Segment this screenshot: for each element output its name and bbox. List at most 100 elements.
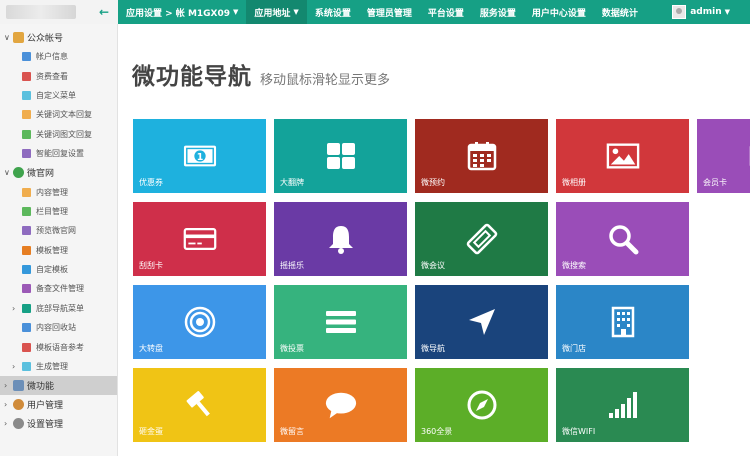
sidebar-group-settings[interactable]: › 设置管理 (0, 414, 117, 433)
expand-toggle-icon[interactable]: › (4, 381, 13, 390)
svg-text:1: 1 (196, 152, 203, 163)
feature-tile[interactable]: 会员卡 (697, 119, 750, 193)
sidebar-group-label: 设置管理 (27, 420, 64, 431)
feature-tile-label: 微投票 (280, 344, 304, 353)
creditcard-icon (183, 224, 217, 254)
sidebar-item-label: 生成管理 (36, 362, 68, 372)
nav-item[interactable]: 服务设置 (472, 0, 524, 24)
nav-item[interactable]: 用户中心设置 (524, 0, 594, 24)
expand-toggle-icon[interactable]: › (12, 362, 21, 371)
feature-tile[interactable]: 微相册 (556, 119, 689, 193)
menu-item-icon (22, 284, 31, 294)
sidebar-item-label: 内容回收站 (36, 323, 76, 333)
main-content: 微功能导航 移动鼠标滑轮显示更多 1 优惠券 大翻牌 微预约 微相册 会员卡 刮刮卡 摇摇乐微… (118, 24, 750, 456)
sidebar-group-microfunctions[interactable]: › 微功能 (0, 376, 117, 396)
feature-tile-label: 微信WIFI (562, 427, 596, 436)
sidebar-item-label: 内容管理 (36, 187, 68, 197)
nav-item[interactable]: 应用设置 > 帐 M1GX09 ▼ (118, 0, 246, 24)
feature-tile[interactable]: 微门店 (556, 285, 689, 359)
page-subtitle: 移动鼠标滑轮显示更多 (260, 73, 391, 88)
folder-icon (13, 32, 24, 43)
sidebar-item[interactable]: 模板管理 (0, 241, 117, 260)
sidebar-item[interactable]: 内容管理 (0, 182, 117, 201)
feature-tile[interactable]: 微留言 (274, 368, 407, 442)
feature-tile-label: 刮刮卡 (139, 261, 163, 270)
sidebar-item[interactable]: 帐户信息 (0, 47, 117, 66)
list-icon (324, 307, 358, 337)
nav-item[interactable]: 系统设置 (307, 0, 359, 24)
back-arrow-icon[interactable]: ← (96, 4, 112, 20)
sidebar-item[interactable]: 栏目管理 (0, 202, 117, 221)
user-name: admin (690, 7, 722, 17)
expand-toggle-icon[interactable]: › (12, 304, 21, 313)
chevron-down-icon: ▼ (293, 8, 299, 16)
sidebar-group-accounts[interactable]: ∨ 公众帐号 (0, 28, 117, 47)
nav-item[interactable]: 平台设置 (420, 0, 472, 24)
sidebar-item[interactable]: › 生成管理 (0, 357, 117, 376)
page-title-text: 微功能导航 (132, 64, 252, 90)
sidebar-item-label: 自定模板 (36, 265, 68, 275)
feature-tile[interactable]: 微导航 (415, 285, 548, 359)
sidebar-group-label: 公众帐号 (27, 34, 64, 44)
sidebar-item-label: 关键词文本回复 (36, 110, 92, 120)
nav-item-label: 应用地址 (254, 8, 291, 19)
sidebar-item[interactable]: 内容回收站 (0, 318, 117, 337)
sidebar-item[interactable]: › 底部导航菜单 (0, 299, 117, 318)
sidebar-items-accounts: 帐户信息资费查看自定义菜单关键词文本回复关键词图文回复 智能回复设置 (0, 47, 117, 163)
location-arrow-icon (465, 307, 499, 337)
feature-tile[interactable]: 微预约 (415, 119, 548, 193)
feature-tile[interactable]: 微投票 (274, 285, 407, 359)
feature-tile-label: 优惠券 (139, 178, 163, 187)
feature-tile[interactable]: 微搜索 (556, 202, 689, 276)
sidebar-item[interactable]: 资费查看 (0, 66, 117, 85)
menu-item-icon (22, 323, 31, 333)
menu-item-icon (22, 226, 31, 236)
comment-icon (324, 390, 358, 420)
feature-tile-label: 360全景 (421, 427, 453, 436)
sidebar-item[interactable]: 智能回复设置 (0, 144, 117, 163)
sidebar-group-website[interactable]: ∨ 微官网 (0, 163, 117, 182)
sidebar-item-label: 帐户信息 (36, 52, 68, 62)
nav-item[interactable]: 应用地址 ▼ (246, 0, 307, 24)
feature-tile[interactable]: 1 优惠券 (133, 119, 266, 193)
feature-tile[interactable]: 大转盘 (133, 285, 266, 359)
sidebar-group-label: 微官网 (27, 169, 55, 180)
menu-item-icon (22, 71, 31, 81)
search-icon (606, 224, 640, 255)
grid-icon (324, 141, 358, 171)
feature-tile-label: 摇摇乐 (280, 261, 304, 270)
nav-item[interactable]: 数据统计 (594, 0, 646, 24)
top-nav: 应用设置 > 帐 M1GX09 ▼ 应用地址 ▼ 系统设置 管理员管理 平台设置 服务设置 用户… (118, 0, 646, 24)
feature-tile[interactable]: 摇摇乐 (274, 202, 407, 276)
user-icon (13, 399, 24, 411)
sidebar-item[interactable]: 自定义菜单 (0, 86, 117, 105)
sidebar-item[interactable]: 模板语音参考 (0, 337, 117, 356)
chevron-down-icon: ▼ (233, 8, 239, 16)
sidebar-item[interactable]: 关键词图文回复 (0, 125, 117, 144)
nav-item[interactable]: 管理员管理 (359, 0, 420, 24)
sidebar-item[interactable]: 关键词文本回复 (0, 105, 117, 124)
expand-toggle-icon[interactable]: ∨ (4, 33, 13, 42)
feature-tile[interactable]: 大翻牌 (274, 119, 407, 193)
feature-tile[interactable]: 微会议 (415, 202, 548, 276)
sidebar-item[interactable]: 备查文件管理 (0, 279, 117, 298)
feature-tile-label: 微搜索 (562, 261, 586, 270)
sidebar-item-label: 模板语音参考 (36, 342, 84, 352)
menu-item-icon (22, 245, 31, 255)
top-bar: ← 应用设置 > 帐 M1GX09 ▼ 应用地址 ▼ 系统设置 管理员管理 平台设置 服务设置… (0, 0, 750, 24)
expand-toggle-icon[interactable]: › (4, 419, 13, 428)
feature-tile[interactable]: 刮刮卡 (133, 202, 266, 276)
expand-toggle-icon[interactable]: ∨ (4, 168, 13, 177)
feature-tile[interactable]: 微信WIFI (556, 368, 689, 442)
sidebar-item-label: 自定义菜单 (36, 90, 76, 100)
user-menu[interactable]: admin ▼ (672, 0, 750, 24)
menu-item-icon (22, 303, 31, 313)
menu-item-icon (22, 265, 31, 275)
sidebar-item[interactable]: 预览微官网 (0, 221, 117, 240)
expand-toggle-icon[interactable]: › (4, 400, 13, 409)
feature-tile[interactable]: 砸金蛋 (133, 368, 266, 442)
sidebar-group-users[interactable]: › 用户管理 (0, 395, 117, 414)
sidebar-item[interactable]: 自定模板 (0, 260, 117, 279)
picture-icon (606, 141, 640, 171)
feature-tile[interactable]: 360全景 (415, 368, 548, 442)
